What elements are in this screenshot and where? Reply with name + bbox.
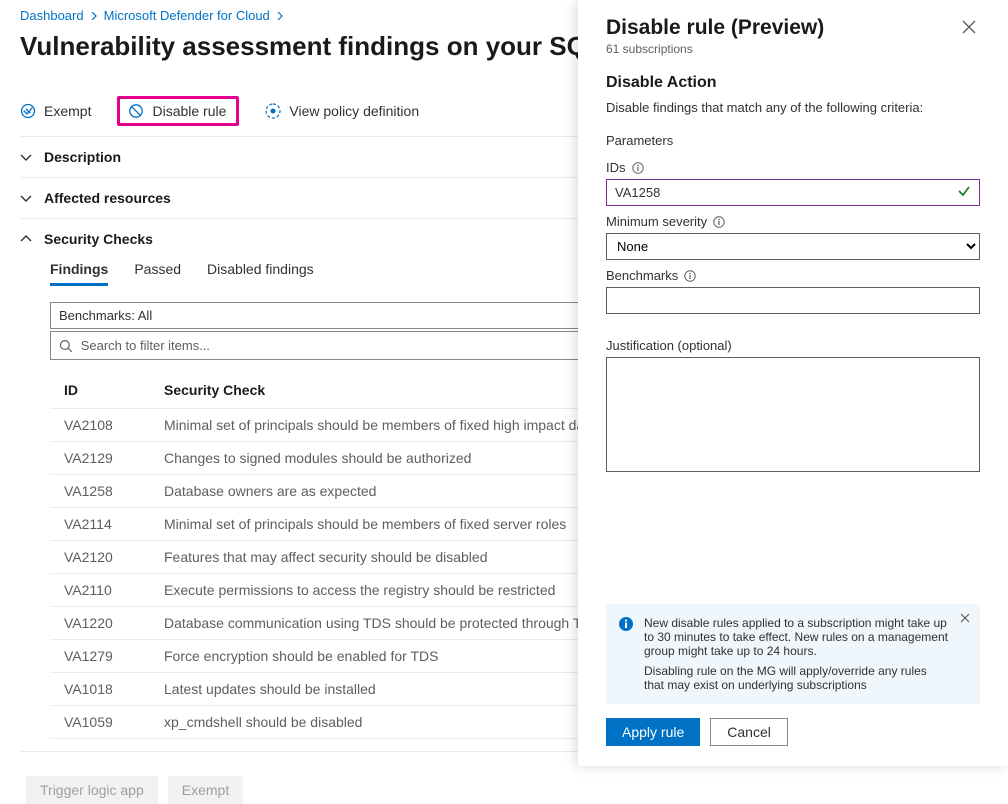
view-policy-label: View policy definition	[289, 103, 419, 119]
info-icon[interactable]	[632, 162, 644, 174]
trigger-logic-app-button[interactable]: Trigger logic app	[26, 776, 158, 804]
row-id: VA1220	[50, 607, 150, 640]
col-id[interactable]: ID	[50, 372, 150, 409]
chevron-down-icon	[20, 192, 32, 204]
chevron-right-icon	[276, 12, 284, 20]
disable-rule-panel: Disable rule (Preview) 61 subscriptions …	[578, 0, 1008, 766]
check-icon	[957, 184, 971, 201]
exempt-label: Exempt	[44, 103, 91, 119]
chevron-up-icon	[20, 233, 32, 245]
view-policy-button[interactable]: View policy definition	[265, 103, 419, 119]
panel-title: Disable rule (Preview)	[606, 16, 824, 40]
chevron-down-icon	[20, 151, 32, 163]
disable-action-desc: Disable findings that match any of the f…	[606, 100, 980, 115]
breadcrumb-dashboard[interactable]: Dashboard	[20, 8, 84, 23]
parameters-label: Parameters	[606, 133, 980, 148]
row-id: VA1018	[50, 673, 150, 706]
row-id: VA2120	[50, 541, 150, 574]
close-icon[interactable]	[958, 16, 980, 43]
justification-label: Justification (optional)	[606, 338, 980, 353]
exempt-bottom-button[interactable]: Exempt	[168, 776, 243, 804]
close-icon[interactable]	[960, 612, 970, 626]
tab-disabled-findings[interactable]: Disabled findings	[207, 261, 314, 286]
description-heading: Description	[44, 149, 121, 165]
policy-icon	[265, 103, 281, 119]
row-id: VA2114	[50, 508, 150, 541]
ids-value: VA1258	[615, 185, 660, 200]
apply-rule-button[interactable]: Apply rule	[606, 718, 700, 746]
row-id: VA2110	[50, 574, 150, 607]
cancel-button[interactable]: Cancel	[710, 718, 788, 746]
disable-action-heading: Disable Action	[606, 74, 980, 92]
benchmarks-label: Benchmarks	[606, 268, 980, 283]
ids-input[interactable]: VA1258	[606, 179, 980, 206]
row-id: VA1258	[50, 475, 150, 508]
severity-select[interactable]: None	[606, 233, 980, 260]
breadcrumb-defender[interactable]: Microsoft Defender for Cloud	[104, 8, 270, 23]
security-checks-heading: Security Checks	[44, 231, 153, 247]
row-id: VA2108	[50, 409, 150, 442]
panel-subcount: 61 subscriptions	[606, 42, 824, 56]
row-id: VA2129	[50, 442, 150, 475]
info-banner: New disable rules applied to a subscript…	[606, 604, 980, 704]
ids-label: IDs	[606, 160, 980, 175]
tab-passed[interactable]: Passed	[134, 261, 181, 286]
exempt-button[interactable]: Exempt	[20, 103, 91, 119]
disable-icon	[128, 103, 144, 119]
info-icon[interactable]	[684, 270, 696, 282]
info-text-1: New disable rules applied to a subscript…	[644, 616, 950, 658]
tab-findings[interactable]: Findings	[50, 261, 108, 286]
exempt-icon	[20, 103, 36, 119]
info-text-2: Disabling rule on the MG will apply/over…	[644, 664, 950, 692]
chevron-right-icon	[90, 12, 98, 20]
benchmarks-filter-text: Benchmarks: All	[59, 308, 152, 323]
disable-rule-label: Disable rule	[152, 103, 226, 119]
justification-textarea[interactable]	[606, 357, 980, 472]
row-id: VA1059	[50, 706, 150, 739]
disable-rule-button[interactable]: Disable rule	[117, 96, 239, 126]
row-id: VA1279	[50, 640, 150, 673]
info-icon	[618, 616, 634, 692]
benchmarks-input[interactable]	[606, 287, 980, 314]
info-icon[interactable]	[713, 216, 725, 228]
affected-heading: Affected resources	[44, 190, 171, 206]
severity-label: Minimum severity	[606, 214, 980, 229]
search-icon	[59, 339, 73, 353]
